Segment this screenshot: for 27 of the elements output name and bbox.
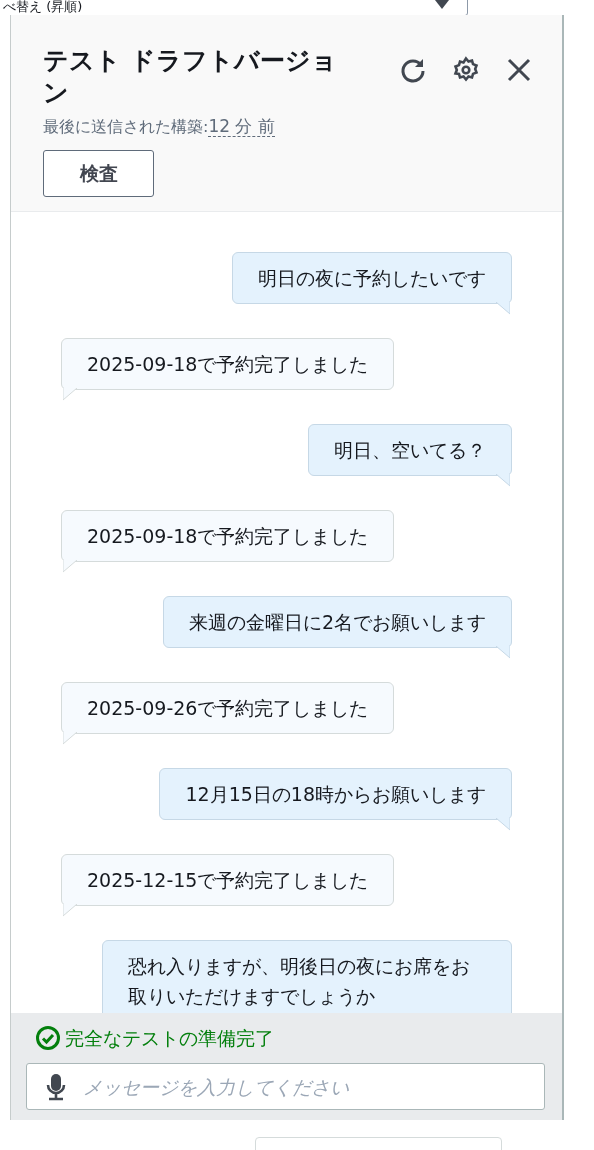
bubble-tail-icon [496,818,510,831]
bubble-tail-icon [496,474,510,487]
microphone-icon [46,1073,66,1101]
user-message: 来週の金曜日に2名でお願いします [162,596,512,659]
bot-message: 2025-12-15で予約完了しました [61,854,395,917]
caret-icon [435,0,449,10]
bubble-tail-icon [496,646,510,659]
status-text: 完全なテストの準備完了 [65,1026,274,1051]
message-input[interactable]: メッセージを入力してください [26,1063,545,1110]
bot-message: 2025-09-18で予約完了しました [61,510,395,573]
bubble-tail-icon [63,732,77,745]
bot-message: 2025-09-18で予約完了しました [61,338,395,401]
user-message: 恐れ入りますが、明後日の夜にお席をお取りいただけますでしょうか [102,940,512,1013]
inspect-button[interactable]: 検査 [43,150,154,197]
build-label: 最後に送信された構築: [43,117,209,136]
user-message: 明日の夜に予約したいです [232,252,512,315]
build-time: 12 分 前 [208,116,275,137]
check-circle-icon [35,1025,61,1051]
user-message: 12月15日の18時からお願いします [159,768,512,831]
bubble-tail-icon [496,302,510,315]
bot-message: 2025-09-26で予約完了しました [61,682,395,745]
bubble-tail-icon [63,560,77,573]
bubble-tail-icon [63,904,77,917]
panel-title: テスト ドラフトバージョン [43,45,338,109]
bubble-tail-icon [63,388,77,401]
sort-label: べ替え (昇順) [3,0,83,14]
user-message: 明日、空いてる？ [308,424,512,487]
